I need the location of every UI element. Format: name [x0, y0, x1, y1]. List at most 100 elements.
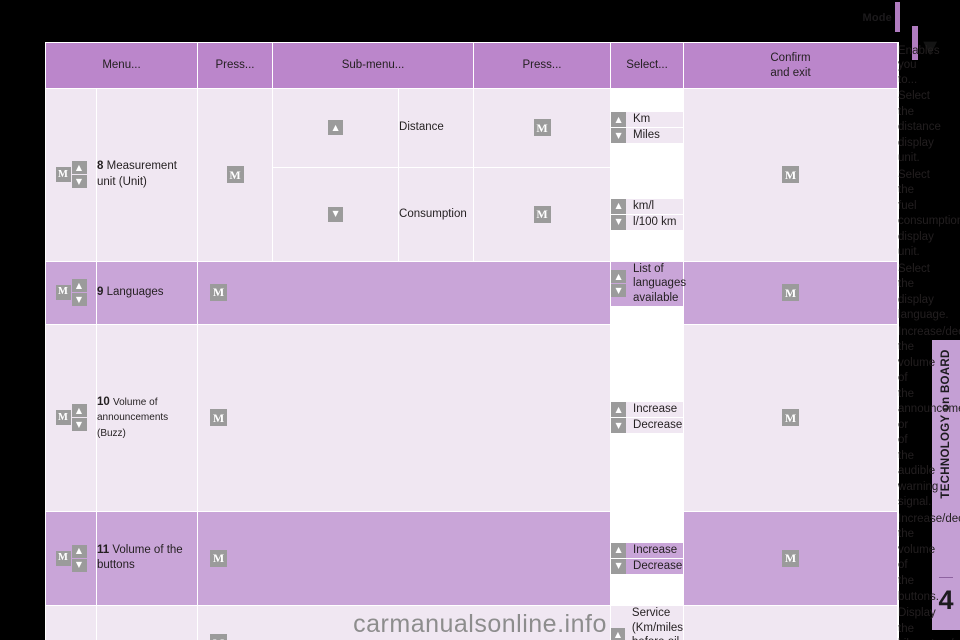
m-key-icon[interactable]: M	[210, 409, 228, 427]
menu-number: 11	[97, 543, 110, 556]
select-option[interactable]: ▼ Decrease	[611, 418, 684, 434]
m-key-icon[interactable]: M	[210, 549, 228, 567]
m-key-icon[interactable]: M	[533, 119, 551, 137]
table-row: M ▲ ▼ 11 Volume of the buttons M ▲ Incre…	[46, 511, 960, 606]
up-arrow-icon[interactable]: ▲	[611, 270, 627, 284]
submenu-label-cell: Distance	[399, 89, 474, 167]
up-arrow-icon[interactable]: ▲	[611, 542, 627, 558]
down-arrow-icon[interactable]: ▼	[71, 175, 87, 189]
nav-key-cell[interactable]: M ▲ ▼	[46, 261, 96, 324]
m-key-icon[interactable]: M	[55, 410, 71, 426]
updown-arrows[interactable]: ▲ ▼	[611, 270, 627, 298]
table-row: M ▲ ▼ 8 Measurement unit (Unit) M ▲ Dist…	[46, 89, 941, 261]
menu-name-cell: 11 Volume of the buttons	[97, 511, 198, 606]
up-arrow-icon[interactable]: ▲	[611, 198, 627, 214]
select-option[interactable]: ▲ ▼ List of languages available	[611, 261, 687, 306]
menu-number: 10	[97, 395, 110, 408]
select-option[interactable]: ▼ Decrease	[611, 558, 684, 574]
nav-key-cell[interactable]: M ▲ ▼	[46, 324, 96, 511]
table-row: M ▲ ▼ 10 Volume of announcements (Buzz) …	[46, 324, 960, 511]
select-label: Decrease	[633, 419, 683, 432]
confirm-cell[interactable]: M	[684, 511, 898, 606]
confirm-cell[interactable]: M	[684, 324, 898, 511]
up-arrow-icon[interactable]: ▲	[71, 279, 87, 293]
m-key-icon[interactable]: M	[782, 166, 800, 184]
select-option[interactable]: ▲ Increase	[611, 542, 684, 558]
down-arrow-icon[interactable]: ▼	[611, 558, 627, 574]
menu-table: Menu... Press... Sub-menu... Press... Se…	[45, 42, 960, 640]
table-body: M ▲ ▼ 8 Measurement unit (Unit) M ▲ Dist…	[46, 89, 960, 640]
press-cell[interactable]: M	[198, 511, 611, 606]
select-group-cell: ▲ Km ▼ Miles	[611, 89, 684, 167]
select-label: Increase	[633, 403, 678, 416]
m-key-icon[interactable]: M	[533, 205, 551, 223]
down-arrow-icon[interactable]: ▼	[611, 214, 627, 230]
select-label: List of languages available	[633, 262, 687, 305]
up-arrow-icon[interactable]: ▲	[71, 161, 87, 175]
press-cell[interactable]: M	[474, 89, 611, 167]
down-arrow-icon[interactable]: ▼	[611, 128, 627, 144]
select-label: l/100 km	[633, 215, 677, 228]
confirm-cell[interactable]: M	[684, 89, 898, 261]
select-group-cell: ▲ Increase ▼ Decrease	[611, 325, 684, 511]
menu-name-cell: 9 Languages	[97, 261, 198, 324]
th-press-1: Press...	[198, 43, 273, 88]
down-arrow-icon[interactable]: ▼	[611, 418, 627, 434]
m-key-icon[interactable]: M	[55, 167, 71, 183]
up-arrow-icon[interactable]: ▲	[611, 402, 627, 418]
page-root: Mode ▶ TECHNOLOGY on BOARD 4 Menu... Pre…	[0, 0, 960, 640]
chapter-title: TECHNOLOGY on BOARD	[940, 349, 952, 499]
running-head-rule	[895, 2, 900, 32]
down-arrow-icon[interactable]: ▼	[71, 418, 87, 432]
select-option[interactable]: ▲ km/l	[611, 198, 684, 214]
m-key-icon[interactable]: M	[210, 283, 228, 301]
down-arrow-icon[interactable]: ▼	[611, 284, 627, 298]
th-submenu: Sub-menu...	[273, 43, 474, 88]
down-arrow-icon[interactable]: ▼	[71, 558, 87, 572]
menu-label: Languages	[106, 285, 164, 298]
menu-table-wrapper: Menu... Press... Sub-menu... Press... Se…	[45, 42, 960, 640]
confirm-cell[interactable]: M	[684, 261, 898, 324]
press-cell[interactable]: M	[198, 261, 611, 324]
press-cell[interactable]: M	[198, 324, 611, 511]
up-arrow-icon[interactable]: ▲	[611, 112, 627, 128]
m-key-icon[interactable]: M	[782, 549, 800, 567]
up-arrow-icon[interactable]: ▲	[328, 120, 344, 136]
m-key-icon[interactable]: M	[55, 550, 71, 566]
menu-label: Volume of the buttons	[97, 543, 183, 572]
th-select: Select...	[611, 43, 684, 88]
down-arrow-icon[interactable]: ▼	[71, 293, 87, 307]
th-confirm-line2: and exit	[770, 66, 811, 79]
th-confirm-line1: Confirm	[770, 52, 811, 65]
m-key-icon[interactable]: M	[782, 284, 800, 302]
select-group-cell: ▲ Increase ▼ Decrease	[611, 512, 684, 605]
select-option[interactable]: ▲ Increase	[611, 402, 684, 418]
submenu-arrow-cell[interactable]: ▼	[273, 167, 399, 261]
running-head: Mode	[862, 12, 892, 24]
menu-name-cell: 10 Volume of announcements (Buzz)	[97, 324, 198, 511]
th-menu: Menu...	[46, 43, 198, 88]
up-arrow-icon[interactable]: ▲	[71, 544, 87, 558]
m-key-icon[interactable]: M	[782, 409, 800, 427]
submenu-label-cell: Consumption	[399, 167, 474, 261]
th-press-2: Press...	[474, 43, 611, 88]
nav-key-cell[interactable]: M ▲ ▼	[46, 89, 96, 261]
menu-label: Measurement unit (Unit)	[97, 160, 177, 188]
select-option[interactable]: ▼ l/100 km	[611, 214, 684, 230]
up-arrow-icon[interactable]: ▲	[71, 404, 87, 418]
select-option[interactable]: ▲ Km	[611, 112, 684, 128]
press-cell[interactable]: M	[474, 167, 611, 261]
select-group-cell: ▲ km/l ▼ l/100 km	[611, 168, 684, 261]
select-label: km/l	[633, 199, 655, 212]
down-arrow-icon[interactable]: ▼	[328, 206, 344, 222]
m-key-icon[interactable]: M	[55, 285, 71, 301]
th-confirm: Confirm and exit	[684, 43, 898, 88]
press-cell[interactable]: M	[198, 89, 273, 261]
table-row: M ▲ ▼ 9 Languages M ▲ ▼ List of language…	[46, 261, 949, 324]
select-label: Km	[633, 113, 651, 126]
select-label: Decrease	[633, 560, 683, 573]
select-option[interactable]: ▼ Miles	[611, 128, 684, 144]
m-key-icon[interactable]: M	[226, 166, 244, 184]
submenu-arrow-cell[interactable]: ▲	[273, 89, 399, 167]
nav-key-cell[interactable]: M ▲ ▼	[46, 511, 96, 606]
